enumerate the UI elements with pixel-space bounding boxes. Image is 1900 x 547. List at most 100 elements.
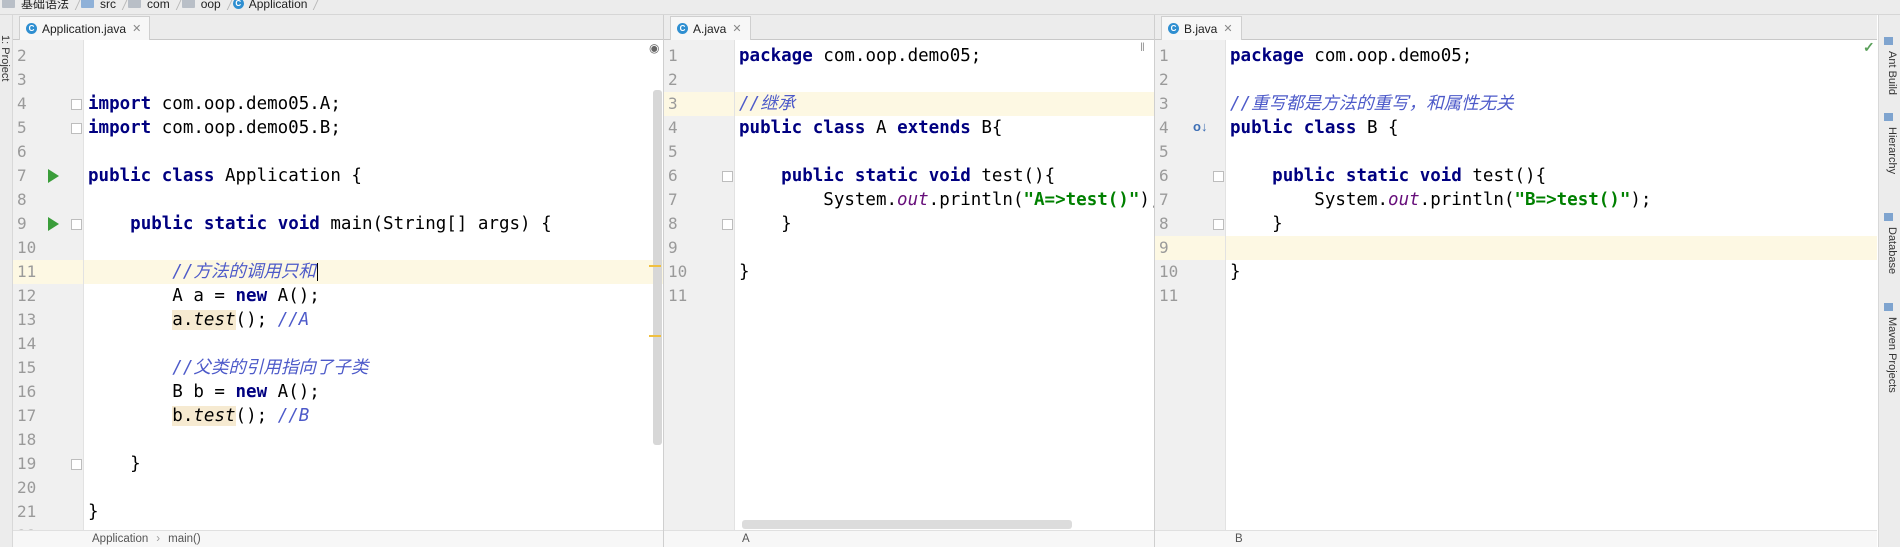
- code-line[interactable]: b.test(); //B: [84, 404, 663, 428]
- footer-method[interactable]: main(): [168, 533, 201, 545]
- code-line[interactable]: [735, 140, 1154, 164]
- code-line[interactable]: [84, 68, 663, 92]
- fold-marker-icon[interactable]: [722, 171, 733, 182]
- code-line[interactable]: [1226, 68, 1877, 92]
- class-icon: C: [677, 23, 688, 34]
- code-line[interactable]: [735, 68, 1154, 92]
- run-icon[interactable]: [48, 217, 59, 231]
- warning-marker[interactable]: [649, 265, 661, 267]
- package-icon: [181, 0, 195, 8]
- code-line[interactable]: //方法的调用只和: [84, 260, 663, 284]
- code-line[interactable]: }: [735, 260, 1154, 284]
- code-line[interactable]: [735, 236, 1154, 260]
- code-line[interactable]: [84, 428, 663, 452]
- fold-marker-icon[interactable]: [71, 99, 82, 110]
- code-line[interactable]: public static void test(){: [735, 164, 1154, 188]
- code-line[interactable]: [84, 476, 663, 500]
- line-number: 1: [1159, 46, 1169, 65]
- code-line[interactable]: public static void main(String[] args) {: [84, 212, 663, 236]
- code-line[interactable]: System.out.println("B=>test()");: [1226, 188, 1877, 212]
- code-line[interactable]: [84, 188, 663, 212]
- code-area[interactable]: package com.oop.demo05; //继承 public class …: [735, 40, 1154, 530]
- code-line[interactable]: package com.oop.demo05;: [1226, 44, 1877, 68]
- code-line[interactable]: B b = new A();: [84, 380, 663, 404]
- code-line[interactable]: }: [84, 452, 663, 476]
- code-area[interactable]: package com.oop.demo05; //重写都是方法的重写，和属性无关…: [1226, 40, 1877, 530]
- line-number: 6: [17, 142, 27, 161]
- code-line[interactable]: A a = new A();: [84, 284, 663, 308]
- fold-marker-icon[interactable]: [722, 219, 733, 230]
- code-line[interactable]: import com.oop.demo05.B;: [84, 116, 663, 140]
- close-icon[interactable]: ✕: [132, 22, 141, 35]
- tab-application-java[interactable]: C Application.java ✕: [19, 16, 151, 40]
- code-line[interactable]: }: [735, 212, 1154, 236]
- warning-marker[interactable]: [649, 335, 661, 337]
- tab-b-java[interactable]: C B.java ✕: [1161, 16, 1242, 40]
- code-line[interactable]: a.test(); //A: [84, 308, 663, 332]
- editor-tab-bar: C B.java ✕: [1155, 15, 1877, 40]
- fold-marker-icon[interactable]: [71, 123, 82, 134]
- close-icon[interactable]: ✕: [1223, 22, 1232, 35]
- code-line[interactable]: public class B {: [1226, 116, 1877, 140]
- code-line[interactable]: }: [1226, 212, 1877, 236]
- code-line[interactable]: System.out.println("A=>test()");: [735, 188, 1154, 212]
- code-line[interactable]: [84, 140, 663, 164]
- footer-class[interactable]: A: [742, 533, 750, 545]
- fold-marker-icon[interactable]: [1213, 171, 1224, 182]
- code-line[interactable]: //继承: [735, 92, 1154, 116]
- footer-class[interactable]: B: [1235, 533, 1243, 545]
- breadcrumb-item-com[interactable]: com: [126, 0, 180, 11]
- breadcrumb-item-src[interactable]: src: [79, 0, 126, 11]
- code-line[interactable]: public class A extends B{: [735, 116, 1154, 140]
- editor-pane-b: C B.java ✕ ✓ 1 2 3 4 5 6 7 8 9 10 11 o↓ package com…: [1155, 15, 1877, 547]
- editor-breadcrumb-footer: B: [1155, 530, 1877, 547]
- code-line[interactable]: package com.oop.demo05;: [735, 44, 1154, 68]
- fold-marker-icon[interactable]: [71, 219, 82, 230]
- line-number: 17: [17, 406, 37, 425]
- code-line[interactable]: [735, 284, 1154, 308]
- line-number: 8: [1159, 214, 1169, 233]
- line-number-gutter: 1 2 3 4 5 6 7 8 9 10 11: [664, 40, 735, 530]
- breadcrumb-item-application[interactable]: C Application: [231, 0, 318, 11]
- code-line[interactable]: [84, 332, 663, 356]
- database-icon: [1884, 213, 1893, 221]
- code-line[interactable]: }: [1226, 260, 1877, 284]
- breadcrumb-item-module[interactable]: 基础语法: [0, 0, 79, 11]
- hierarchy-tool-button[interactable]: Hierarchy: [1886, 127, 1898, 174]
- line-number: 3: [668, 94, 678, 113]
- breadcrumb-item-oop[interactable]: oop: [180, 0, 231, 11]
- hierarchy-icon: [1884, 113, 1893, 121]
- project-tool-button[interactable]: 1: Project: [0, 35, 11, 81]
- code-line[interactable]: }: [84, 500, 663, 524]
- run-icon[interactable]: [48, 169, 59, 183]
- fold-marker-icon[interactable]: [71, 459, 82, 470]
- ant-build-tool-button[interactable]: Ant Build: [1886, 51, 1898, 95]
- package-icon: [128, 0, 142, 8]
- code-line[interactable]: public class Application {: [84, 164, 663, 188]
- horizontal-scrollbar[interactable]: [742, 520, 1072, 529]
- line-number: 3: [1159, 94, 1169, 113]
- overridden-method-icon[interactable]: o↓: [1193, 119, 1207, 134]
- vertical-scrollbar[interactable]: [653, 90, 662, 445]
- fold-marker-icon[interactable]: [1213, 219, 1224, 230]
- right-tool-strip: Ant Build Hierarchy Database Maven Proje…: [1878, 15, 1900, 547]
- code-line[interactable]: [84, 236, 663, 260]
- footer-class[interactable]: Application: [92, 533, 148, 545]
- line-number: 10: [1159, 262, 1179, 281]
- text-caret: [316, 263, 318, 281]
- code-line[interactable]: [1226, 236, 1877, 260]
- close-icon[interactable]: ✕: [732, 22, 741, 35]
- code-line[interactable]: [1226, 284, 1877, 308]
- ant-icon: [1884, 37, 1893, 45]
- code-line[interactable]: //父类的引用指向了子类: [84, 356, 663, 380]
- database-tool-button[interactable]: Database: [1886, 227, 1898, 274]
- code-line[interactable]: [1226, 140, 1877, 164]
- code-line[interactable]: [84, 44, 663, 68]
- code-area[interactable]: import com.oop.demo05.A; import com.oop.d…: [84, 40, 663, 530]
- code-line[interactable]: //重写都是方法的重写，和属性无关: [1226, 92, 1877, 116]
- code-line[interactable]: import com.oop.demo05.A;: [84, 92, 663, 116]
- line-number: 8: [17, 190, 27, 209]
- code-line[interactable]: public static void test(){: [1226, 164, 1877, 188]
- maven-projects-tool-button[interactable]: Maven Projects: [1886, 317, 1898, 393]
- tab-a-java[interactable]: C A.java ✕: [670, 16, 751, 40]
